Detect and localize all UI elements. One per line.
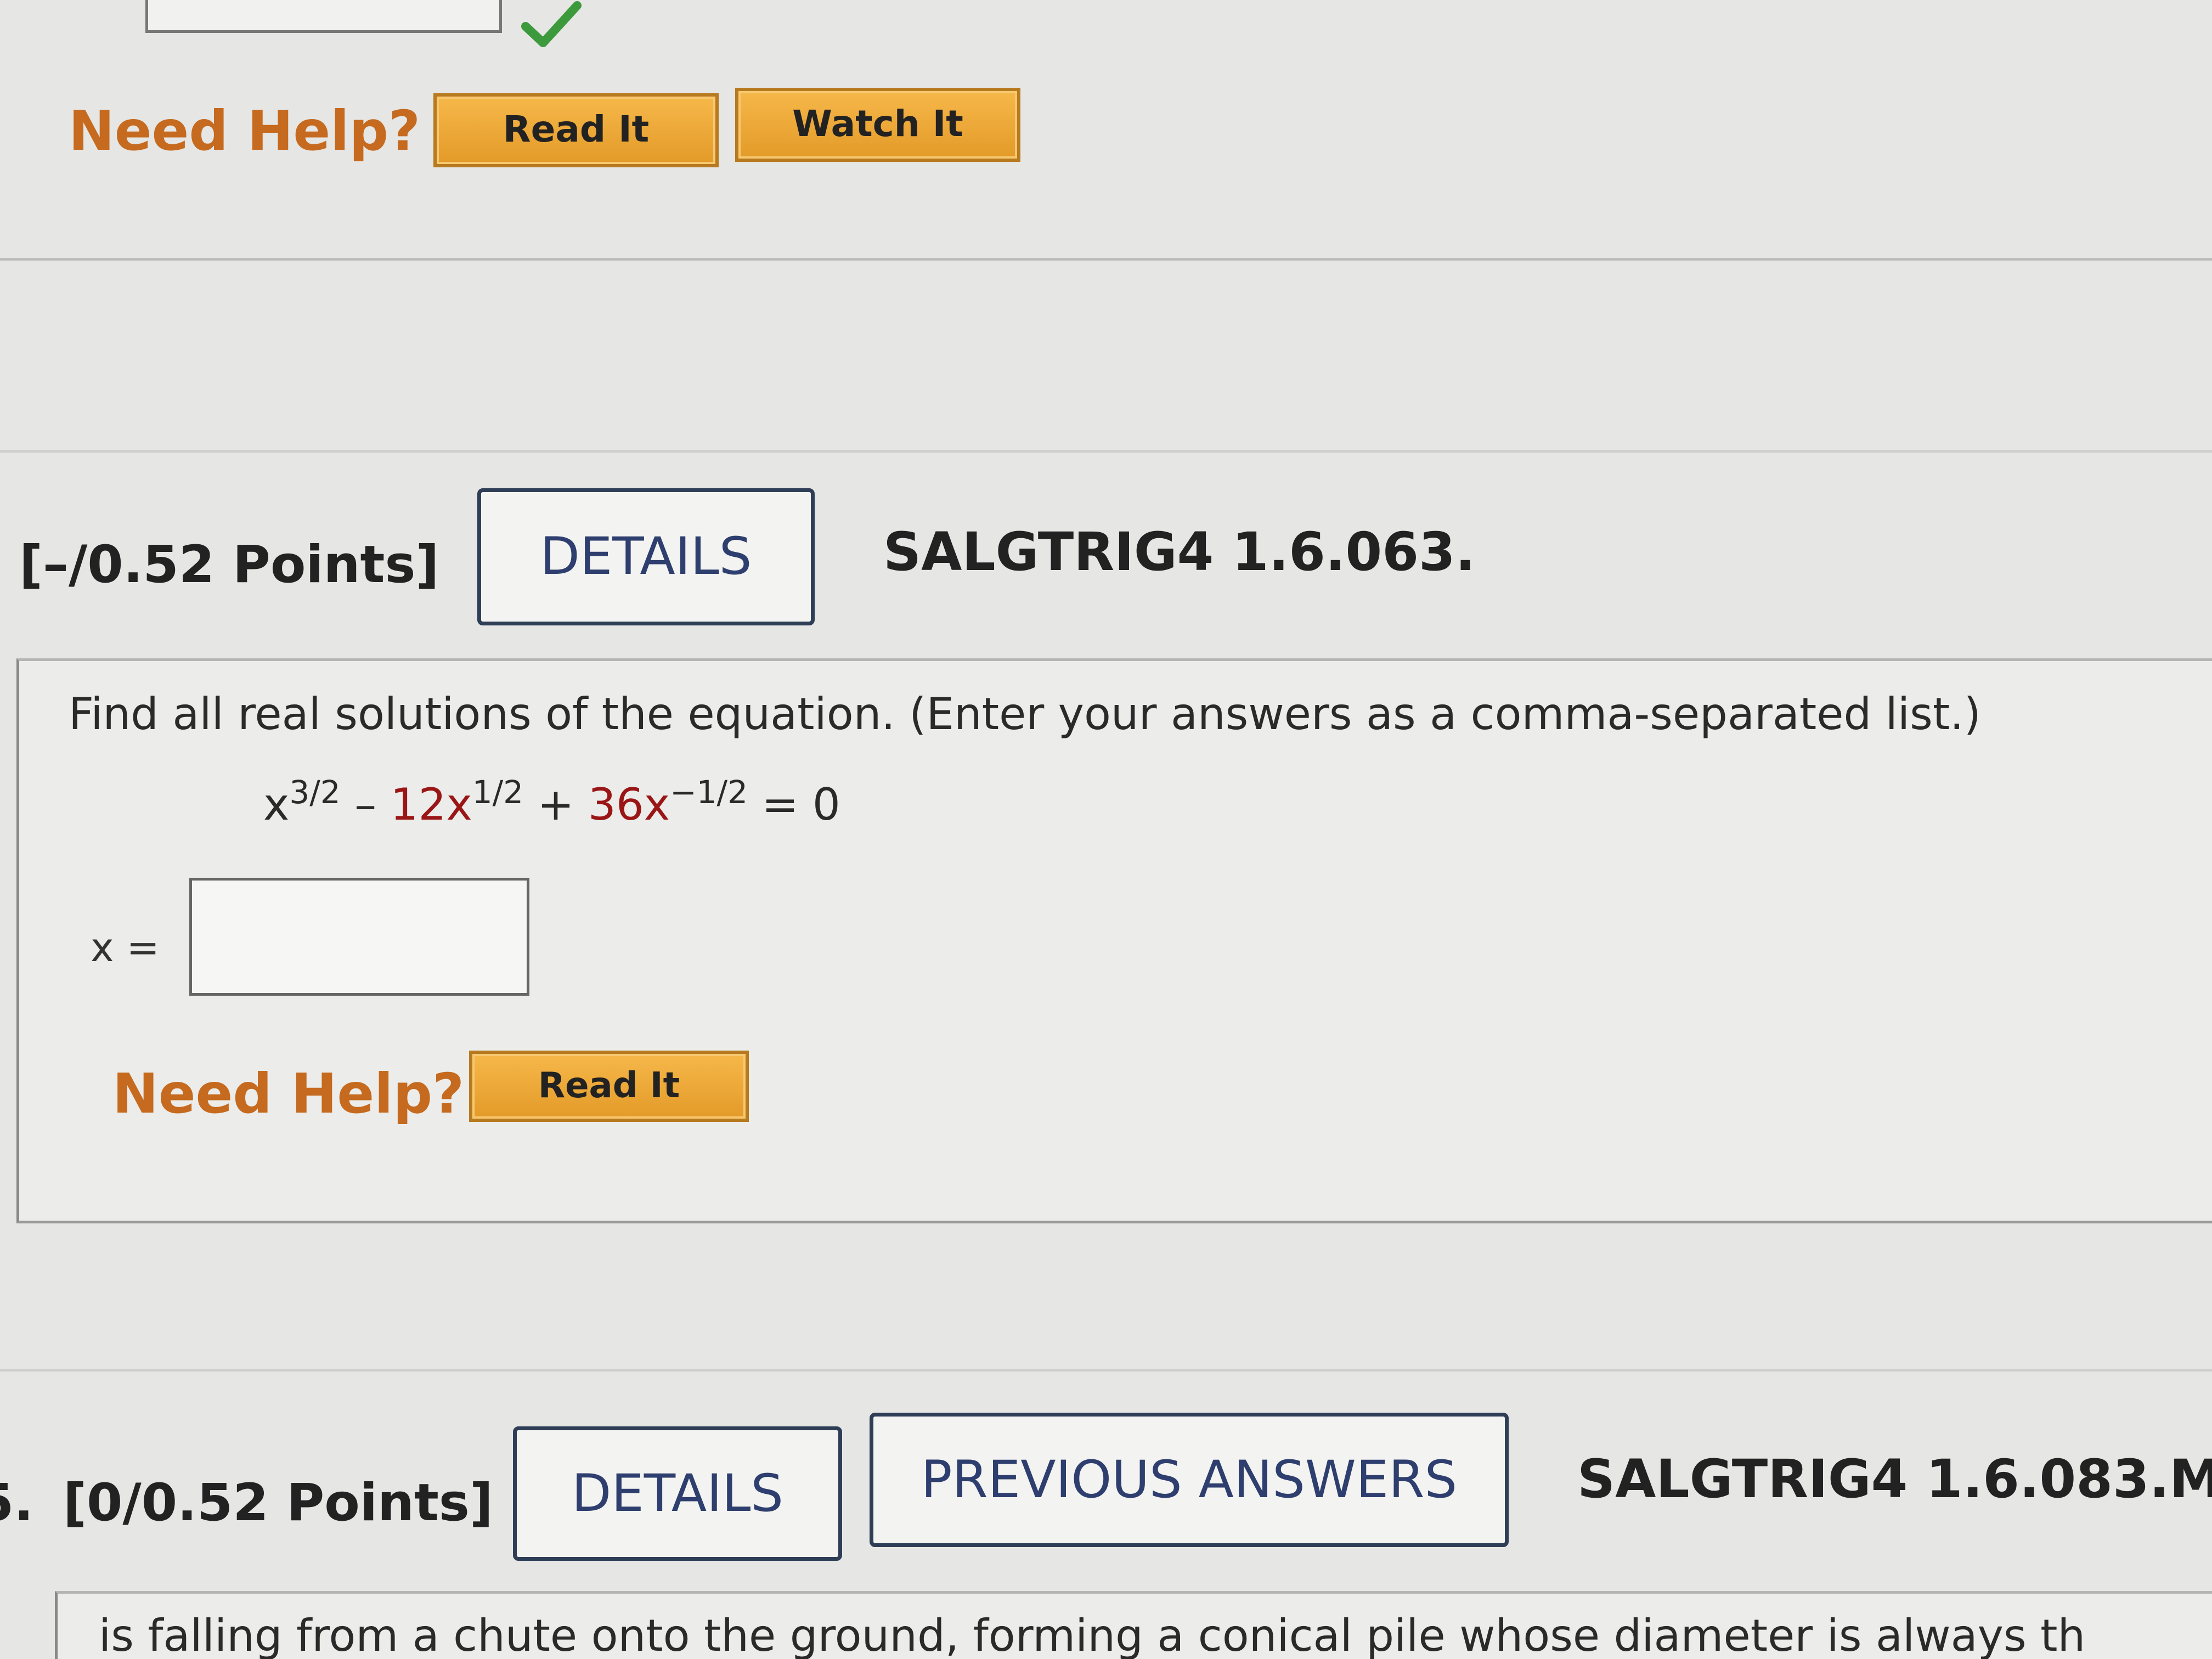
need-help-label: Need Help? <box>69 99 421 163</box>
check-icon <box>521 1 582 47</box>
equation-term-base: x <box>263 779 290 830</box>
equation-exponent: 3/2 <box>289 774 341 811</box>
equation-term: 12x <box>390 779 472 830</box>
details-button[interactable]: DETAILS <box>513 1426 842 1561</box>
problem-id: SALGTRIG4 1.6.083.MI. <box>1577 1448 2212 1510</box>
section-divider <box>0 258 2212 261</box>
details-button[interactable]: DETAILS <box>477 488 815 625</box>
equation-operator: + <box>523 779 588 830</box>
question-prompt: Find all real solutions of the equation.… <box>69 689 1981 740</box>
equation-exponent: −1/2 <box>670 774 748 811</box>
watch-it-button[interactable]: Watch It <box>735 88 1020 162</box>
previous-answers-button[interactable]: PREVIOUS ANSWERS <box>870 1413 1509 1547</box>
previous-answer-input[interactable] <box>145 0 502 33</box>
page: Need Help? Read It Watch It [–/0.52 Poin… <box>0 0 2212 1659</box>
equation-operator: – <box>340 779 391 830</box>
points-label: [0/0.52 Points] <box>63 1473 493 1533</box>
equation-term: 36x <box>588 779 670 830</box>
equation-rhs: = 0 <box>748 779 840 830</box>
points-label: [–/0.52 Points] <box>19 535 439 595</box>
problem-id: SALGTRIG4 1.6.063. <box>883 521 1476 583</box>
answer-input[interactable] <box>189 878 529 996</box>
section-divider <box>0 1369 2212 1372</box>
section-divider <box>0 450 2212 453</box>
question-prompt: is falling from a chute onto the ground,… <box>99 1610 2086 1659</box>
answer-label: x = <box>91 924 160 970</box>
read-it-button[interactable]: Read It <box>469 1051 749 1122</box>
equation: x3/2 – 12x1/2 + 36x−1/2 = 0 <box>263 774 840 830</box>
question-number: 5. <box>0 1473 34 1533</box>
read-it-button[interactable]: Read It <box>433 93 719 167</box>
equation-exponent: 1/2 <box>472 774 524 811</box>
need-help-label: Need Help? <box>112 1062 465 1126</box>
